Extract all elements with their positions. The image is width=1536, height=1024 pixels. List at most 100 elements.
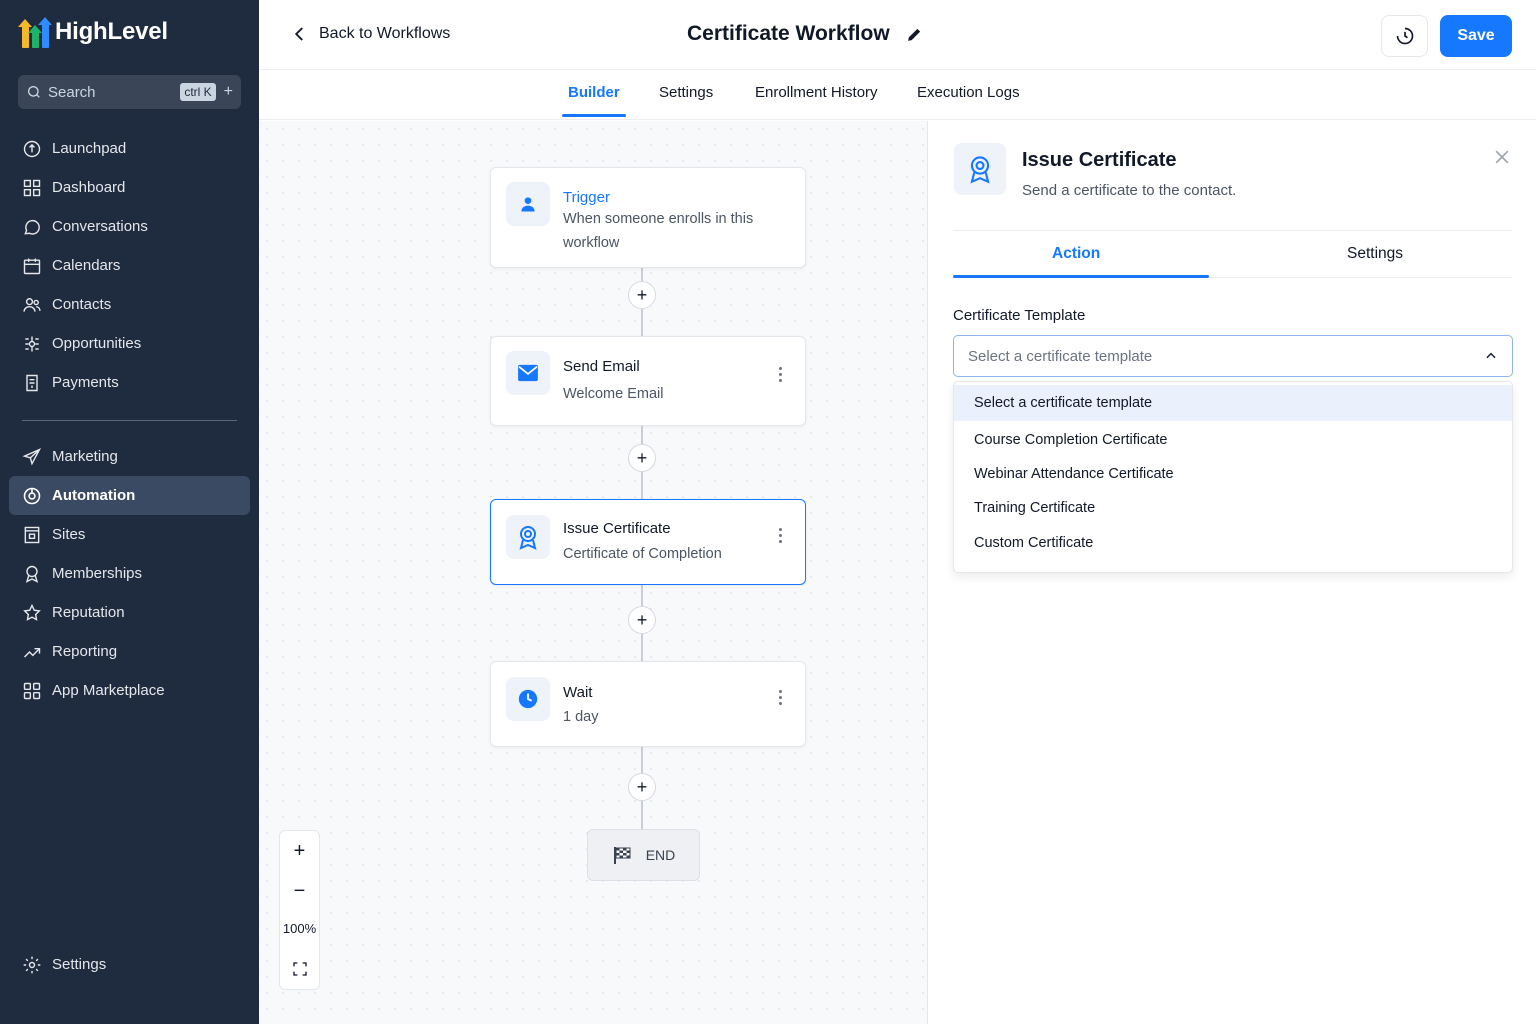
history-icon: [1396, 27, 1413, 45]
chevron-up-icon: [1486, 352, 1496, 359]
nav-marketing[interactable]: Marketing: [9, 437, 250, 476]
opportunities-icon: [25, 336, 39, 351]
nav-reputation[interactable]: Reputation: [9, 593, 250, 632]
dropdown-option[interactable]: Course Completion Certificate: [954, 422, 1512, 458]
panel-tab-settings[interactable]: Settings: [1347, 245, 1403, 263]
nav-app-marketplace[interactable]: App Marketplace: [9, 671, 250, 710]
nav-calendars[interactable]: Calendars: [9, 246, 250, 285]
search-icon: [28, 86, 40, 98]
tab-enrollment-history[interactable]: Enrollment History: [755, 84, 878, 120]
panel-title: Issue Certificate: [1022, 149, 1177, 171]
send-icon: [22, 447, 42, 466]
expand-icon: [292, 962, 307, 976]
zoom-out-button[interactable]: −: [280, 872, 319, 910]
add-step-button[interactable]: +: [628, 281, 656, 309]
dropdown-option[interactable]: Custom Certificate: [954, 525, 1512, 561]
apps-icon: [23, 682, 41, 699]
nav-label: Conversations: [52, 218, 148, 235]
sites-icon: [24, 526, 40, 543]
certificate-template-label: Certificate Template: [953, 307, 1086, 324]
zoom-in-button[interactable]: +: [280, 832, 319, 870]
top-header: Back to Workflows Certificate Workflow S…: [259, 0, 1536, 70]
panel-subtitle: Send a certificate to the contact.: [1022, 182, 1237, 199]
template-dropdown-menu: Select a certificate template Course Com…: [953, 381, 1513, 573]
node-subtitle: Welcome Email: [563, 386, 664, 402]
nav-label: Reporting: [52, 643, 118, 660]
step-node-issue-certificate[interactable]: Issue Certificate Certificate of Complet…: [490, 499, 806, 585]
nav-automation[interactable]: Automation: [9, 476, 250, 515]
trigger-node[interactable]: Trigger When someone enrolls in this wor…: [490, 167, 806, 268]
step-node-wait[interactable]: Wait 1 day: [490, 661, 806, 747]
pencil-icon[interactable]: [906, 26, 923, 43]
star-icon: [23, 603, 41, 621]
nav-settings[interactable]: Settings: [9, 945, 250, 984]
clock-icon: [506, 677, 550, 721]
dashboard-icon: [23, 179, 41, 196]
nav-contacts[interactable]: Contacts: [9, 285, 250, 324]
panel-divider: [953, 230, 1512, 231]
node-title: Send Email: [563, 358, 640, 375]
add-step-button[interactable]: +: [628, 444, 656, 472]
action-panel: Issue Certificate Send a certificate to …: [927, 121, 1536, 1024]
nav-launchpad[interactable]: Launchpad: [9, 129, 250, 168]
sidebar: HighLevel Search ctrl K + Launchpad Dash…: [0, 0, 259, 1024]
add-step-button[interactable]: +: [628, 773, 656, 801]
nav-label: Opportunities: [52, 335, 142, 352]
logo-icon: [18, 16, 52, 48]
step-node-send-email[interactable]: Send Email Welcome Email: [490, 336, 806, 426]
more-menu-icon[interactable]: [779, 690, 783, 705]
award-icon: [506, 515, 550, 559]
workflow-canvas[interactable]: + + + + Trigger When someone enrolls in …: [259, 121, 927, 1024]
chat-icon: [24, 219, 40, 235]
brand-name: HighLevel: [55, 18, 168, 45]
nav-reporting[interactable]: Reporting: [9, 632, 250, 671]
dropdown-option[interactable]: Webinar Attendance Certificate: [954, 456, 1512, 492]
nav-label: Dashboard: [52, 179, 126, 196]
brand-logo[interactable]: HighLevel: [18, 16, 168, 48]
dropdown-option[interactable]: Select a certificate template: [954, 385, 1512, 421]
close-icon[interactable]: [1492, 147, 1512, 167]
nav-label: Automation: [52, 487, 136, 504]
search-shortcut: ctrl K: [180, 83, 216, 101]
node-subtitle: Certificate of Completion: [563, 546, 722, 562]
more-menu-icon[interactable]: [779, 367, 783, 382]
nav-dashboard[interactable]: Dashboard: [9, 168, 250, 207]
add-step-button[interactable]: +: [628, 606, 656, 634]
nav-label: Contacts: [52, 296, 112, 313]
node-subtitle: When someone enrolls in this workflow: [563, 211, 754, 251]
nav-sites[interactable]: Sites: [9, 515, 250, 554]
select-placeholder: Select a certificate template: [968, 347, 1153, 365]
tab-settings[interactable]: Settings: [659, 84, 713, 120]
tab-execution-logs[interactable]: Execution Logs: [917, 84, 1020, 120]
fit-view-button[interactable]: [280, 950, 319, 988]
chevron-left-icon: [294, 27, 303, 41]
workflow-title: Certificate Workflow: [687, 22, 923, 46]
nav-label: Launchpad: [52, 140, 127, 157]
gear-icon: [23, 956, 41, 973]
nav-label: Marketing: [52, 448, 118, 465]
zoom-level: 100%: [282, 921, 317, 936]
nav-label: Reputation: [52, 604, 125, 621]
save-button[interactable]: Save: [1440, 15, 1512, 57]
sidebar-divider: [22, 420, 237, 421]
end-label: END: [645, 847, 676, 863]
nav-label: Sites: [52, 526, 86, 543]
quick-add-button[interactable]: +: [224, 83, 233, 101]
nav-payments[interactable]: Payments: [9, 363, 250, 402]
nav-memberships[interactable]: Memberships: [9, 554, 250, 593]
tab-builder[interactable]: Builder: [562, 84, 626, 120]
search-input[interactable]: Search ctrl K +: [18, 75, 241, 109]
node-title: Wait: [563, 684, 593, 701]
nav-label: App Marketplace: [52, 682, 165, 699]
dropdown-option[interactable]: Training Certificate: [954, 490, 1512, 526]
checkered-flag-icon: [613, 847, 631, 864]
nav-conversations[interactable]: Conversations: [9, 207, 250, 246]
certificate-template-select[interactable]: Select a certificate template: [953, 335, 1513, 377]
history-button[interactable]: [1381, 15, 1428, 57]
zoom-controls: + − 100%: [279, 830, 320, 990]
panel-tab-action[interactable]: Action: [1052, 245, 1100, 263]
more-menu-icon[interactable]: [779, 528, 783, 543]
back-to-workflows-link[interactable]: Back to Workflows: [291, 24, 450, 44]
node-title: Issue Certificate: [563, 520, 671, 537]
nav-opportunities[interactable]: Opportunities: [9, 324, 250, 363]
